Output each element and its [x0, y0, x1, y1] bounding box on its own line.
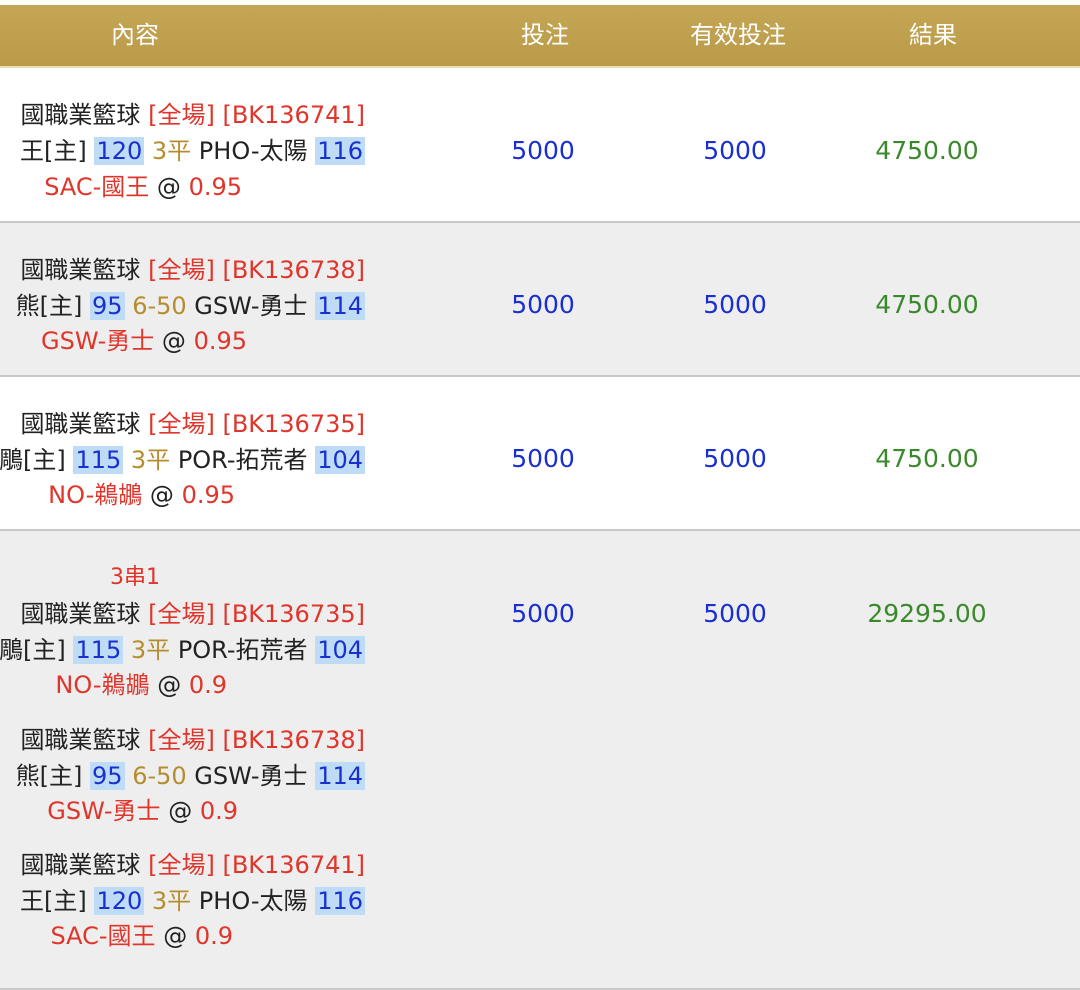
away-score: 116	[315, 887, 365, 915]
match-title: 國職業籃球 [全場] [BK136735]	[20, 600, 365, 628]
result-amount: 4750.00	[875, 136, 979, 165]
home-score: 120	[94, 887, 145, 915]
handicap: 3平	[130, 446, 171, 474]
result-amount: 4750.00	[875, 290, 979, 319]
away-score: 114	[315, 292, 365, 320]
header-content: 內容	[111, 21, 159, 49]
match-score: 王[主] 120 3平 PHO-太陽 116	[20, 137, 365, 165]
match-score: 王[主] 120 3平 PHO-太陽 116	[20, 887, 365, 915]
handicap: 3平	[130, 636, 171, 664]
table-row[interactable]: 國職業籃球 [全場] [BK136741] 王[主] 120 3平 PHO-太陽…	[0, 68, 1080, 223]
handicap: 6-50	[132, 292, 187, 320]
handicap: 3平	[151, 887, 192, 915]
match-score: 鵰[主] 115 3平 POR-拓荒者 104	[0, 446, 365, 474]
valid-bet-amount: 5000	[703, 444, 767, 473]
handicap: 6-50	[132, 762, 187, 790]
bet-pick: NO-鵜鶘 @ 0.95	[48, 481, 235, 509]
bet-amount: 5000	[511, 599, 575, 628]
header-valid-bet: 有效投注	[690, 21, 786, 49]
header-bet: 投注	[521, 21, 569, 49]
match-title: 國職業籃球 [全場] [BK136741]	[20, 101, 365, 129]
home-score: 115	[73, 446, 124, 474]
table-header: 內容 投注 有效投注 結果	[0, 5, 1080, 68]
bet-pick: GSW-勇士 @ 0.95	[41, 327, 247, 355]
home-score: 115	[73, 636, 124, 664]
bet-amount: 5000	[511, 136, 575, 165]
home-score: 120	[94, 137, 145, 165]
bet-content: 國職業籃球 [全場] [BK136741] 王[主] 120 3平 PHO-太陽…	[0, 97, 365, 169]
table-row-parlay[interactable]: 3串1 國職業籃球 [全場] [BK136735] 鵰[主] 115 3平 PO…	[0, 531, 1080, 990]
match-title: 國職業籃球 [全場] [BK136738]	[20, 726, 365, 754]
result-amount: 4750.00	[875, 444, 979, 473]
home-score: 95	[90, 292, 125, 320]
handicap: 3平	[151, 137, 192, 165]
match-title: 國職業籃球 [全場] [BK136735]	[20, 410, 365, 438]
away-score: 104	[315, 446, 365, 474]
valid-bet-amount: 5000	[703, 136, 767, 165]
valid-bet-amount: 5000	[703, 599, 767, 628]
away-score: 104	[315, 636, 365, 664]
home-score: 95	[90, 762, 125, 790]
match-score: 鵰[主] 115 3平 POR-拓荒者 104	[0, 636, 365, 664]
parlay-label: 3串1	[110, 565, 160, 590]
table-row[interactable]: 國職業籃球 [全場] [BK136738] 熊[主] 95 6-50 GSW-勇…	[0, 223, 1080, 377]
away-score: 116	[315, 137, 365, 165]
match-score: 熊[主] 95 6-50 GSW-勇士 114	[15, 762, 365, 790]
match-title: 國職業籃球 [全場] [BK136738]	[20, 256, 365, 284]
parlay-leg: 國職業籃球 [全場] [BK136741] 王[主] 120 3平 PHO-太陽…	[0, 847, 365, 919]
match-title: 國職業籃球 [全場] [BK136741]	[20, 851, 365, 879]
bet-pick: GSW-勇士 @ 0.9	[47, 797, 238, 825]
away-score: 114	[315, 762, 365, 790]
match-score: 熊[主] 95 6-50 GSW-勇士 114	[15, 292, 365, 320]
bet-pick: SAC-國王 @ 0.9	[50, 922, 233, 950]
header-result: 結果	[909, 21, 957, 49]
parlay-leg: 國職業籃球 [全場] [BK136738] 熊[主] 95 6-50 GSW-勇…	[0, 722, 365, 794]
valid-bet-amount: 5000	[703, 290, 767, 319]
parlay-leg: 國職業籃球 [全場] [BK136735] 鵰[主] 115 3平 POR-拓荒…	[0, 596, 365, 668]
bet-pick: SAC-國王 @ 0.95	[44, 173, 242, 201]
bet-content: 國職業籃球 [全場] [BK136738] 熊[主] 95 6-50 GSW-勇…	[0, 252, 365, 324]
bet-amount: 5000	[511, 444, 575, 473]
bet-content: 國職業籃球 [全場] [BK136735] 鵰[主] 115 3平 POR-拓荒…	[0, 406, 365, 478]
bet-amount: 5000	[511, 290, 575, 319]
table-row[interactable]: 國職業籃球 [全場] [BK136735] 鵰[主] 115 3平 POR-拓荒…	[0, 377, 1080, 531]
bet-pick: NO-鵜鶘 @ 0.9	[55, 671, 227, 699]
result-amount: 29295.00	[867, 599, 987, 628]
